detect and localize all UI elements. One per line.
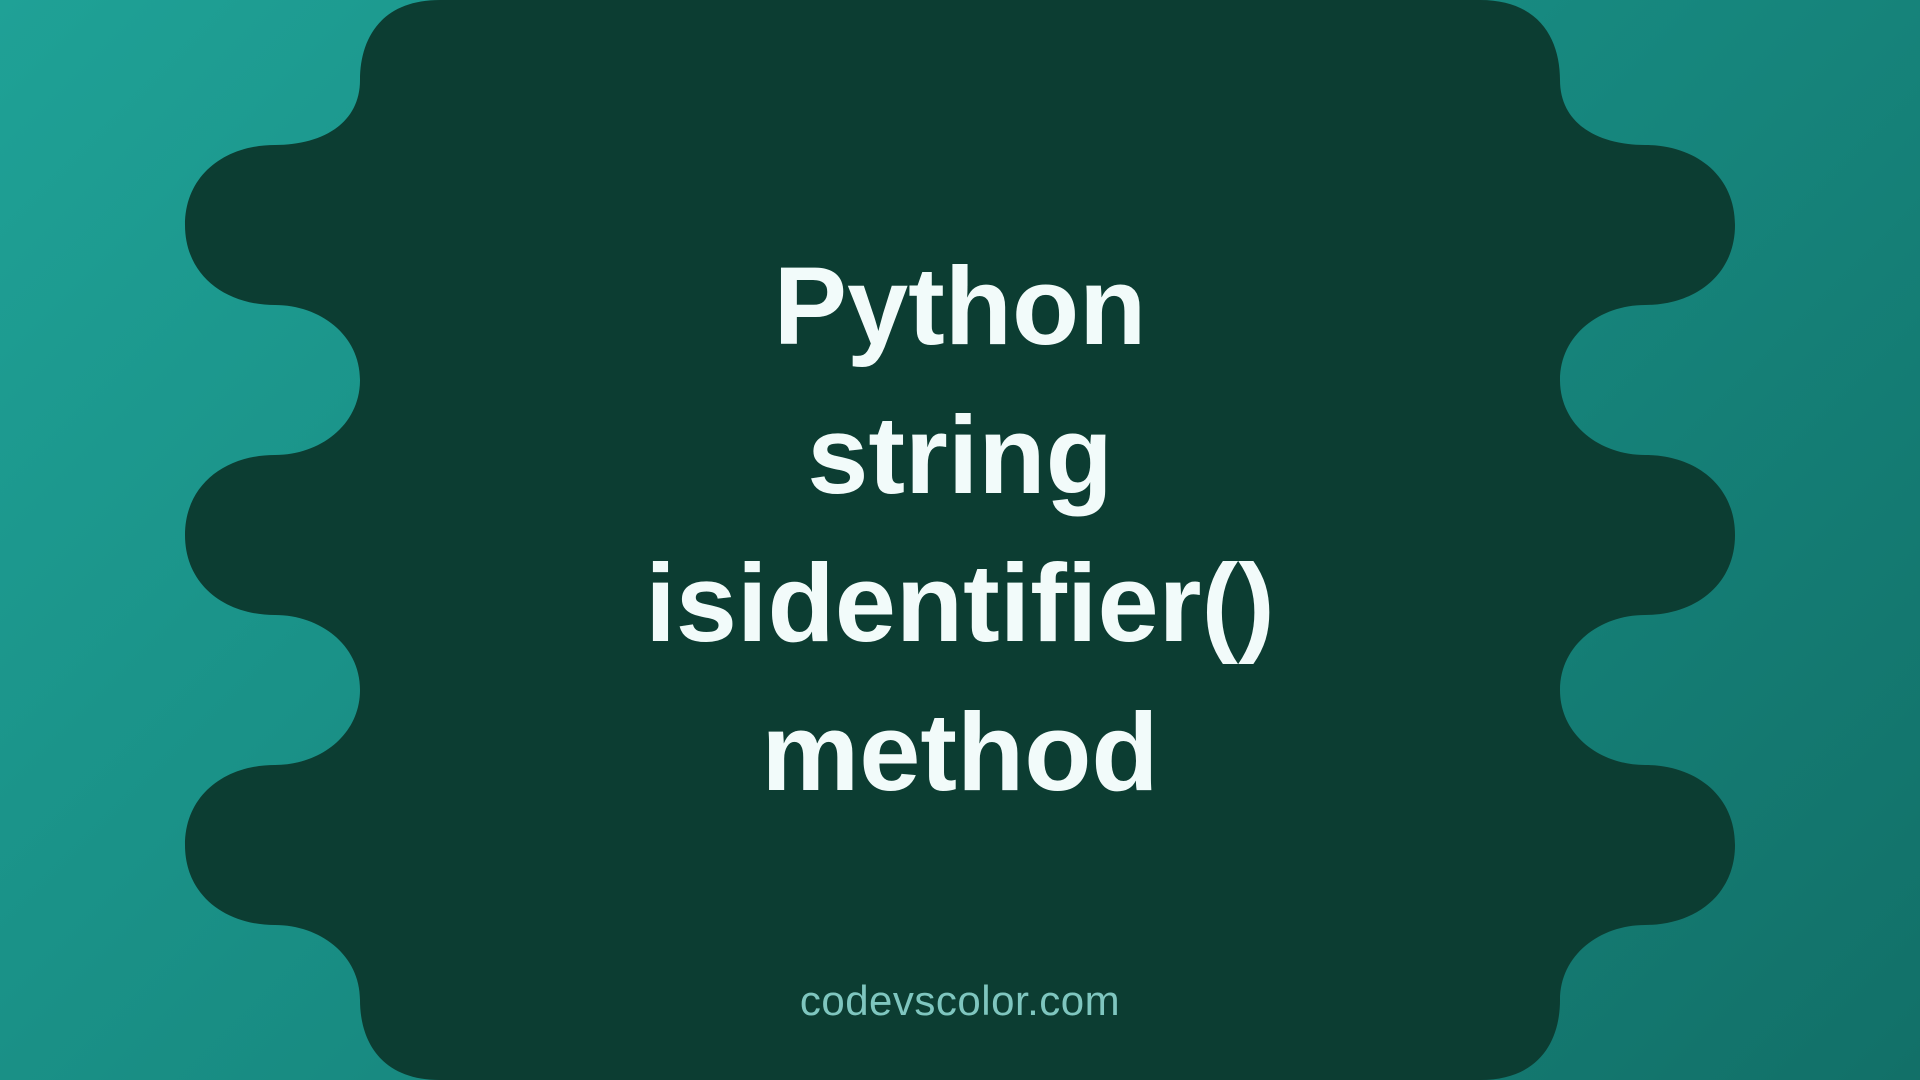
site-label: codevscolor.com — [800, 977, 1120, 1025]
banner-content: Python string isidentifier() method code… — [0, 0, 1920, 1080]
banner-title: Python string isidentifier() method — [645, 233, 1275, 827]
